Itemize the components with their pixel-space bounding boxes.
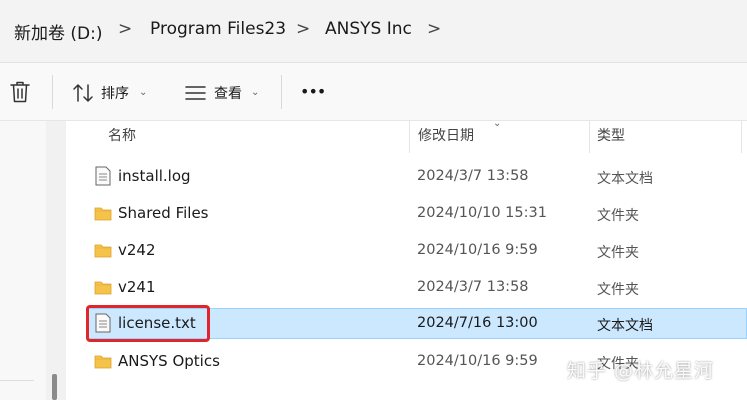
file-row-v241[interactable]: v241 2024/3/7 13:58 文件夹 <box>86 272 747 303</box>
breadcrumb-program-files[interactable]: Program Files23 <box>150 19 286 39</box>
file-date: 2024/3/7 13:58 <box>417 168 529 184</box>
file-name: v241 <box>118 278 156 296</box>
file-type: 文件夹 <box>597 282 639 298</box>
column-divider[interactable] <box>741 121 742 153</box>
breadcrumb-separator-icon[interactable]: > <box>296 19 310 39</box>
file-name: v242 <box>118 241 156 259</box>
delete-button[interactable] <box>6 73 34 111</box>
sort-label: 排序 <box>101 86 129 102</box>
navigation-pane[interactable] <box>0 121 46 400</box>
file-date: 2024/10/16 9:59 <box>417 353 538 369</box>
file-type: 文件夹 <box>597 245 639 261</box>
more-options-icon: ••• <box>300 82 326 101</box>
breadcrumb-drive[interactable]: 新加卷 (D:) <box>14 19 103 44</box>
nav-scrollbar[interactable] <box>46 121 66 400</box>
toolbar-divider <box>281 75 282 109</box>
watermark: 知乎 @林允星河 <box>567 360 715 382</box>
sort-button[interactable]: 排序 ⌄ <box>68 73 154 111</box>
more-options-button[interactable]: ••• <box>292 73 332 111</box>
breadcrumb-ansys-inc[interactable]: ANSYS Inc <box>325 19 412 39</box>
folder-icon <box>94 281 112 295</box>
file-date: 2024/10/16 9:59 <box>417 242 538 258</box>
file-row-v242[interactable]: v242 2024/10/16 9:59 文件夹 <box>86 235 747 266</box>
file-name: Shared Files <box>118 204 209 222</box>
chevron-down-icon: ⌄ <box>251 87 260 98</box>
sort-arrows-icon <box>73 84 93 102</box>
folder-icon <box>94 355 112 369</box>
file-name: ANSYS Optics <box>118 352 220 370</box>
breadcrumb-separator-icon[interactable]: > <box>118 19 132 39</box>
column-header-name[interactable]: 名称 <box>108 125 136 145</box>
file-date: 2024/10/10 15:31 <box>417 205 547 221</box>
column-divider[interactable] <box>589 121 590 153</box>
command-toolbar: 排序 ⌄ 查看 ⌄ ••• <box>0 63 747 121</box>
nav-divider <box>0 380 34 381</box>
toolbar-divider <box>52 75 53 109</box>
annotation-highlight-box <box>86 305 210 342</box>
file-date: 2024/3/7 13:58 <box>417 279 529 295</box>
file-type: 文本文档 <box>597 318 653 334</box>
file-type: 文件夹 <box>597 208 639 224</box>
file-type: 文本文档 <box>597 171 653 187</box>
column-header-type[interactable]: 类型 <box>597 125 625 145</box>
list-lines-icon <box>185 86 206 100</box>
view-label: 查看 <box>214 86 242 102</box>
trash-icon <box>10 81 30 103</box>
column-header-date[interactable]: 修改日期 <box>418 125 474 145</box>
file-name: install.log <box>118 167 191 185</box>
scrollbar-thumb[interactable] <box>52 374 57 400</box>
file-row-install-log[interactable]: install.log 2024/3/7 13:58 文本文档 <box>86 161 747 192</box>
text-file-icon <box>95 166 111 186</box>
address-bar[interactable]: 新加卷 (D:) > Program Files23 > ANSYS Inc > <box>0 0 747 63</box>
folder-icon <box>94 244 112 258</box>
breadcrumb-separator-icon[interactable]: > <box>427 19 441 39</box>
sort-indicator-icon: ⌄ <box>493 118 502 129</box>
view-button[interactable]: 查看 ⌄ <box>180 73 266 111</box>
folder-icon <box>94 207 112 221</box>
file-date: 2024/7/16 13:00 <box>417 315 538 331</box>
file-row-shared-files[interactable]: Shared Files 2024/10/10 15:31 文件夹 <box>86 198 747 229</box>
chevron-down-icon: ⌄ <box>139 87 148 98</box>
column-divider[interactable] <box>409 121 410 153</box>
